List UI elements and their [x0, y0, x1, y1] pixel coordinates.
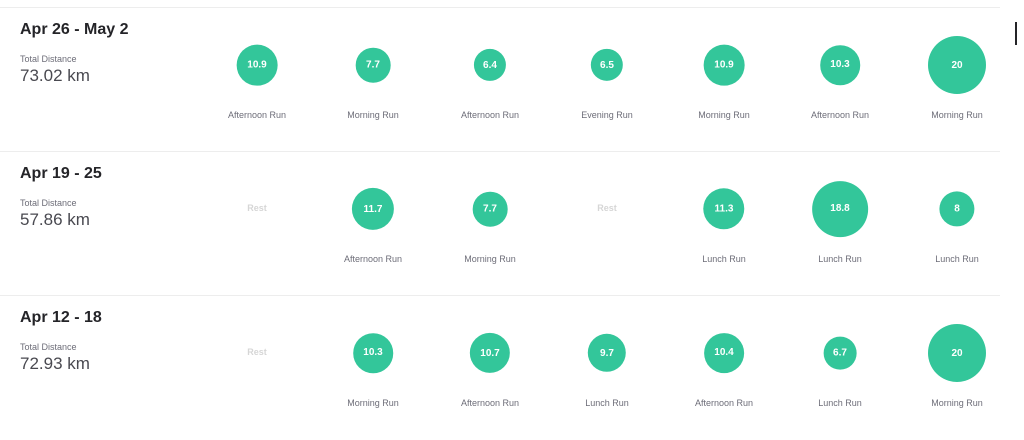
activity-day[interactable]: 6.5 Evening Run: [549, 8, 665, 152]
activity-name-link[interactable]: Afternoon Run: [199, 110, 315, 120]
activity-distance-bubble[interactable]: 6.4: [473, 48, 507, 82]
week-title: Apr 12 - 18: [20, 309, 102, 326]
rest-label: Rest: [247, 347, 267, 357]
activity-day[interactable]: 11.7 Afternoon Run: [315, 152, 431, 296]
activity-distance-bubble[interactable]: 11.3: [703, 188, 745, 230]
total-distance-label: Total Distance: [20, 54, 77, 64]
activity-name-link[interactable]: Morning Run: [899, 110, 1015, 120]
activity-name-link[interactable]: Afternoon Run: [432, 110, 548, 120]
activity-distance-bubble[interactable]: 10.9: [236, 44, 278, 86]
activity-day[interactable]: 7.7 Morning Run: [432, 152, 548, 296]
total-distance-label: Total Distance: [20, 198, 77, 208]
activity-distance-bubble[interactable]: 18.8: [812, 181, 868, 237]
activity-distance-bubble[interactable]: 9.7: [587, 333, 627, 373]
activity-day[interactable]: 7.7 Morning Run: [315, 8, 431, 152]
activity-distance-bubble[interactable]: 10.3: [353, 333, 393, 373]
activity-day[interactable]: 10.7 Afternoon Run: [432, 296, 548, 440]
activity-name-link[interactable]: Lunch Run: [549, 398, 665, 408]
activity-distance-bubble[interactable]: 10.3: [820, 45, 860, 85]
activity-day[interactable]: 10.3 Afternoon Run: [782, 8, 898, 152]
activity-name-link[interactable]: Afternoon Run: [782, 110, 898, 120]
activity-distance-bubble[interactable]: 10.4: [704, 333, 744, 373]
activity-name-link[interactable]: Lunch Run: [782, 254, 898, 264]
rest-day: Rest: [199, 152, 315, 296]
activity-distance-bubble[interactable]: 11.7: [351, 187, 395, 231]
rest-label: Rest: [597, 203, 617, 213]
activity-distance-bubble[interactable]: 7.7: [355, 47, 391, 83]
activity-name-link[interactable]: Morning Run: [666, 110, 782, 120]
activity-day[interactable]: 10.4 Afternoon Run: [666, 296, 782, 440]
total-distance-label: Total Distance: [20, 342, 77, 352]
activity-day[interactable]: 10.9 Morning Run: [666, 8, 782, 152]
activity-distance-bubble[interactable]: 8: [939, 191, 975, 227]
activity-day[interactable]: 8 Lunch Run: [899, 152, 1015, 296]
activity-distance-bubble[interactable]: 6.7: [823, 336, 857, 370]
week-row: Apr 26 - May 2 Total Distance 73.02 km 10.9…: [0, 7, 1000, 152]
activity-distance-bubble[interactable]: 10.9: [703, 44, 745, 86]
activity-day[interactable]: 6.7 Lunch Run: [782, 296, 898, 440]
scroll-indicator[interactable]: [1015, 22, 1017, 45]
activity-day[interactable]: 6.4 Afternoon Run: [432, 8, 548, 152]
rest-day: Rest: [549, 152, 665, 296]
week-title: Apr 26 - May 2: [20, 21, 129, 38]
activity-distance-bubble[interactable]: 20: [928, 324, 986, 382]
activity-distance-bubble[interactable]: 10.7: [469, 332, 511, 374]
activity-name-link[interactable]: Morning Run: [899, 398, 1015, 408]
week-row: Apr 12 - 18 Total Distance 72.93 km Rest 10.…: [0, 295, 1000, 440]
activity-name-link[interactable]: Afternoon Run: [315, 254, 431, 264]
activity-distance-bubble[interactable]: 6.5: [590, 48, 624, 82]
activity-day[interactable]: 9.7 Lunch Run: [549, 296, 665, 440]
activity-name-link[interactable]: Afternoon Run: [666, 398, 782, 408]
rest-label: Rest: [247, 203, 267, 213]
activity-day[interactable]: 18.8 Lunch Run: [782, 152, 898, 296]
activity-name-link[interactable]: Lunch Run: [782, 398, 898, 408]
activity-distance-bubble[interactable]: 20: [928, 36, 986, 94]
activity-day[interactable]: 10.9 Afternoon Run: [199, 8, 315, 152]
activity-day[interactable]: 20 Morning Run: [899, 296, 1015, 440]
rest-day: Rest: [199, 296, 315, 440]
activity-name-link[interactable]: Morning Run: [315, 398, 431, 408]
week-title: Apr 19 - 25: [20, 165, 102, 182]
total-distance-value: 72.93 km: [20, 354, 90, 373]
activity-name-link[interactable]: Lunch Run: [899, 254, 1015, 264]
activity-name-link[interactable]: Morning Run: [432, 254, 548, 264]
total-distance-value: 57.86 km: [20, 210, 90, 229]
activity-name-link[interactable]: Lunch Run: [666, 254, 782, 264]
total-distance-value: 73.02 km: [20, 66, 90, 85]
activity-day[interactable]: 11.3 Lunch Run: [666, 152, 782, 296]
activity-name-link[interactable]: Afternoon Run: [432, 398, 548, 408]
activity-name-link[interactable]: Evening Run: [549, 110, 665, 120]
week-row: Apr 19 - 25 Total Distance 57.86 km Rest 11.…: [0, 151, 1000, 296]
activity-day[interactable]: 10.3 Morning Run: [315, 296, 431, 440]
activity-day[interactable]: 20 Morning Run: [899, 8, 1015, 152]
activity-name-link[interactable]: Morning Run: [315, 110, 431, 120]
activity-distance-bubble[interactable]: 7.7: [472, 191, 508, 227]
